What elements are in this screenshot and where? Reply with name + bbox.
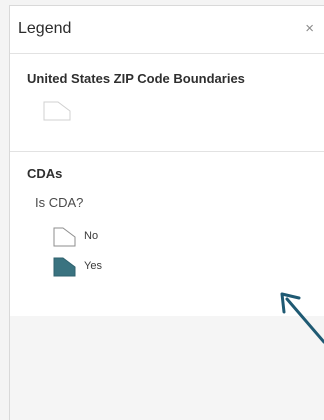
layer-title: United States ZIP Code Boundaries [27,71,245,86]
legend-item-label: No [84,230,99,242]
legend-layer-zip: United States ZIP Code Boundaries [10,54,324,152]
polygon-outline-icon [53,227,76,247]
legend-item-label: Yes [84,260,102,272]
panel-title: Legend [18,20,72,37]
layer-title: CDAs [27,166,63,181]
field-label: Is CDA? [35,195,84,210]
legend-panel: Legend × United States ZIP Code Boundari… [9,5,324,420]
close-icon[interactable]: × [305,20,314,38]
legend-header: Legend × [10,6,324,54]
polygon-outline-icon [43,101,71,121]
legend-layer-cdas: CDAs Is CDA? No Yes [10,153,324,313]
polygon-filled-icon [53,257,76,277]
legend-content: United States ZIP Code Boundaries CDAs I… [10,54,324,316]
